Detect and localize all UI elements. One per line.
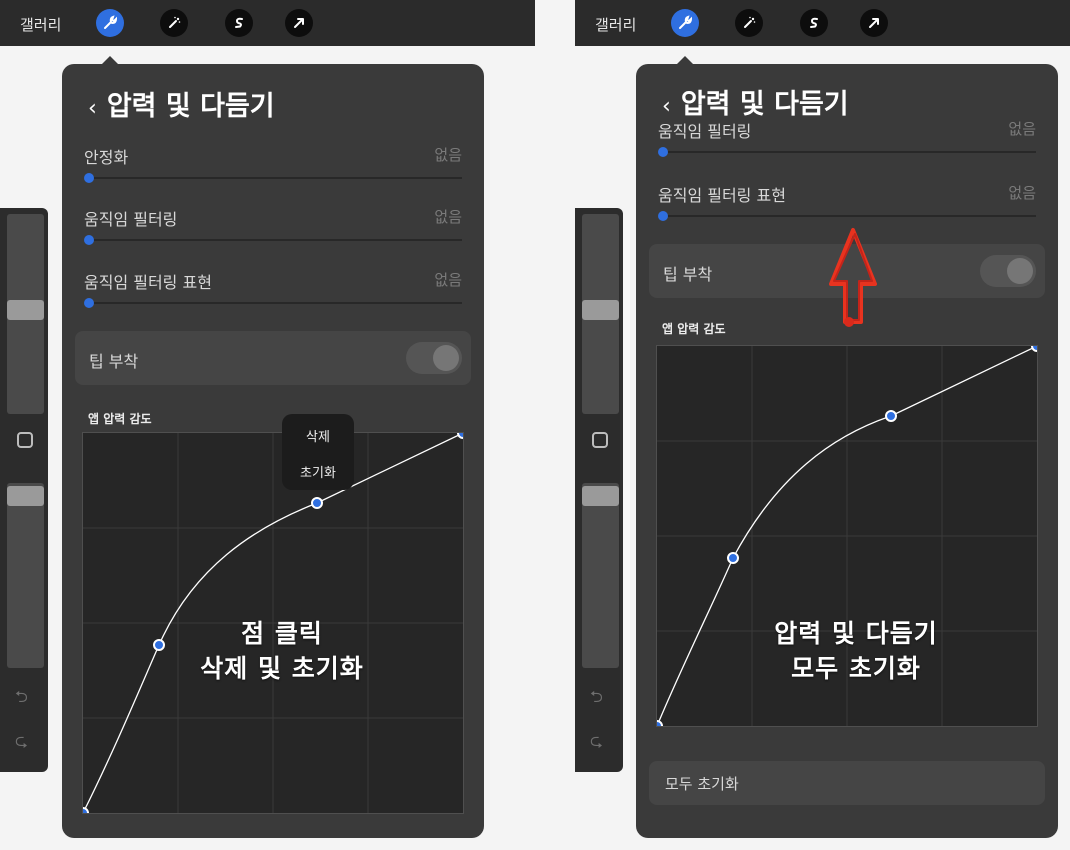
slider-knob[interactable] xyxy=(84,235,94,245)
wrench-icon[interactable] xyxy=(96,9,124,37)
motion-filtering-slider-row[interactable]: 움직임 필터링 없음 xyxy=(84,206,462,250)
toggle-knob xyxy=(1007,258,1033,284)
opacity-slider[interactable] xyxy=(582,483,619,668)
modify-button[interactable] xyxy=(17,432,33,448)
side-toolbar: ⮌ ⮎ xyxy=(575,208,623,772)
panel-title: ‹ 압력 및 다듬기 xyxy=(662,82,849,121)
panel-title-text: 압력 및 다듬기 xyxy=(680,89,849,120)
row-value: 없음 xyxy=(1008,184,1036,202)
curve-point xyxy=(457,433,463,439)
modify-button[interactable] xyxy=(592,432,608,448)
undo-icon[interactable]: ⮌ xyxy=(590,686,603,713)
undo-icon[interactable]: ⮌ xyxy=(15,686,28,713)
opacity-thumb[interactable] xyxy=(582,486,619,506)
red-up-arrow-annotation xyxy=(829,228,877,327)
row-label: 움직임 필터링 표현 xyxy=(658,186,786,205)
reset-all-label: 모두 초기화 xyxy=(665,775,739,793)
back-chevron-icon[interactable]: ‹ xyxy=(662,94,671,119)
delete-menu-item[interactable]: 삭제 xyxy=(282,426,354,445)
top-toolbar: 갤러리 xyxy=(0,0,535,46)
point-context-menu: 삭제 초기화 xyxy=(282,414,354,490)
stabilization-slider-row[interactable]: 안정화 없음 xyxy=(84,144,462,188)
wrench-icon[interactable] xyxy=(671,9,699,37)
slider-knob[interactable] xyxy=(658,211,668,221)
curve-point xyxy=(727,552,739,564)
right-screenshot: 갤러리 ⮌ ⮎ ‹ 압력 및 다듬기 움직임 필터링 없음 움직임 필터링 표현… xyxy=(575,0,1070,850)
tip-attach-toggle[interactable] xyxy=(980,255,1036,287)
tip-attach-label: 팁 부착 xyxy=(663,265,713,284)
motion-filtering-slider-row[interactable]: 움직임 필터링 없음 xyxy=(658,118,1036,162)
s-select-icon[interactable] xyxy=(225,9,253,37)
brush-size-thumb[interactable] xyxy=(582,300,619,320)
row-value: 없음 xyxy=(434,271,462,289)
row-value: 없음 xyxy=(434,146,462,164)
pressure-sensitivity-label: 앱 압력 감도 xyxy=(88,412,152,426)
tip-attach-toggle[interactable] xyxy=(406,342,462,374)
annotation-caption: 압력 및 다듬기 모두 초기화 xyxy=(774,619,938,683)
row-value: 없음 xyxy=(1008,120,1036,138)
magic-wand-icon[interactable] xyxy=(160,9,188,37)
curve-point xyxy=(885,410,897,422)
row-value: 없음 xyxy=(434,208,462,226)
reset-menu-item[interactable]: 초기화 xyxy=(282,462,354,481)
panel-title: ‹ 압력 및 다듬기 xyxy=(88,84,275,123)
toggle-knob xyxy=(433,345,459,371)
tip-attach-label: 팁 부착 xyxy=(89,352,139,371)
top-toolbar: 갤러리 xyxy=(575,0,1070,46)
slider-track[interactable] xyxy=(84,302,462,304)
tip-attach-row: 팁 부착 xyxy=(75,331,471,385)
gallery-button[interactable]: 갤러리 xyxy=(20,14,61,35)
back-chevron-icon[interactable]: ‹ xyxy=(88,96,97,121)
opacity-thumb[interactable] xyxy=(7,486,44,506)
panel-title-text: 압력 및 다듬기 xyxy=(106,91,275,122)
motion-filtering-expression-slider-row[interactable]: 움직임 필터링 표현 없음 xyxy=(84,269,462,313)
curve-point xyxy=(1031,346,1037,352)
curve-point xyxy=(83,807,89,813)
redo-icon[interactable]: ⮎ xyxy=(590,730,603,757)
pressure-smoothing-panel: ‹ 압력 및 다듬기 움직임 필터링 없음 움직임 필터링 표현 없음 팁 부착 … xyxy=(636,64,1058,838)
pressure-smoothing-panel: ‹ 압력 및 다듬기 안정화 없음 움직임 필터링 없음 움직임 필터링 표현 없… xyxy=(62,64,484,838)
slider-track[interactable] xyxy=(84,239,462,241)
row-label: 움직임 필터링 xyxy=(84,210,178,229)
slider-track[interactable] xyxy=(658,215,1036,217)
opacity-slider[interactable] xyxy=(7,483,44,668)
arrow-transform-icon[interactable] xyxy=(860,9,888,37)
pressure-sensitivity-label: 앱 압력 감도 xyxy=(662,322,726,336)
annotation-caption: 점 클릭 삭제 및 초기화 xyxy=(200,619,364,683)
curve-point xyxy=(311,497,323,509)
magic-wand-icon[interactable] xyxy=(735,9,763,37)
brush-size-thumb[interactable] xyxy=(7,300,44,320)
curve-point xyxy=(657,720,663,726)
side-toolbar: ⮌ ⮎ xyxy=(0,208,48,772)
s-select-icon[interactable] xyxy=(800,9,828,37)
slider-knob[interactable] xyxy=(84,298,94,308)
row-label: 안정화 xyxy=(84,148,129,167)
slider-knob[interactable] xyxy=(84,173,94,183)
redo-icon[interactable]: ⮎ xyxy=(15,730,28,757)
slider-track[interactable] xyxy=(84,177,462,179)
slider-knob[interactable] xyxy=(658,147,668,157)
gallery-button[interactable]: 갤러리 xyxy=(595,14,636,35)
row-label: 움직임 필터링 표현 xyxy=(84,273,212,292)
left-screenshot: 갤러리 ⮌ ⮎ ‹ 압력 및 다듬기 안정화 없음 움직임 필터링 없음 움직임… xyxy=(0,0,535,850)
slider-track[interactable] xyxy=(658,151,1036,153)
arrow-transform-icon[interactable] xyxy=(285,9,313,37)
row-label: 움직임 필터링 xyxy=(658,122,752,141)
motion-filtering-expression-slider-row[interactable]: 움직임 필터링 표현 없음 xyxy=(658,182,1036,226)
reset-all-button[interactable]: 모두 초기화 xyxy=(649,761,1045,805)
